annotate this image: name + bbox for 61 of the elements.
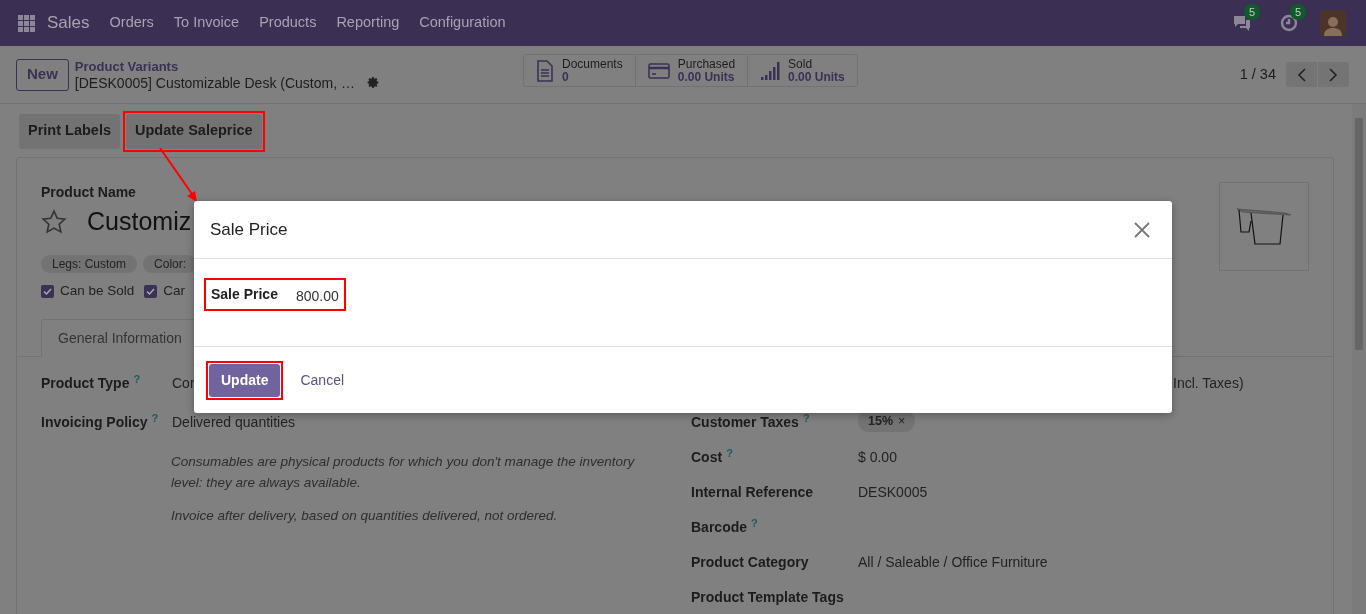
stat-button[interactable]: Purchased 0.00 Units — [634, 55, 748, 86]
field-value: All / Saleable / Office Furniture — [858, 553, 1048, 573]
field-value: Incl. Taxes) — [1173, 374, 1244, 394]
checkbox-label[interactable]: Can be Sold — [60, 281, 135, 302]
dialog-title: Sale Price — [210, 218, 288, 241]
checkbox[interactable] — [144, 284, 158, 298]
field-value: $ 0.00 — [858, 448, 897, 468]
help-note: Invoice after delivery, based on quantities delivered, not ordered. — [171, 507, 559, 526]
previous-button[interactable] — [1286, 62, 1317, 87]
field-label: Internal Reference — [691, 483, 815, 503]
breadcrumb-link[interactable]: Product Variants — [74, 58, 380, 75]
attribute-tag: Legs: Custom — [41, 255, 138, 273]
field-label: Product Template Tags — [691, 588, 845, 608]
checkbox[interactable] — [41, 284, 54, 298]
star-icon[interactable] — [41, 209, 67, 235]
menu-item[interactable]: Configuration — [409, 12, 516, 34]
action-button[interactable]: Update Saleprice — [126, 113, 262, 149]
record-title: [DESK0005] Customizable Desk (Custom, … — [74, 74, 355, 91]
stat-button[interactable]: Documents 0 — [524, 55, 635, 86]
product-name: Customiz — [87, 206, 192, 238]
user-avatar[interactable] — [1320, 10, 1346, 36]
chat-icon[interactable] — [1232, 14, 1252, 32]
sale-price-field[interactable]: 800.00 — [295, 282, 339, 307]
field-label: Cost $^{?}$ — [691, 447, 734, 468]
action-button[interactable]: Print Labels — [19, 113, 120, 149]
menu-item[interactable]: Products — [249, 12, 327, 34]
update-button[interactable]: Update — [209, 363, 281, 397]
scrollbar[interactable] — [1352, 104, 1366, 614]
field-label: Sale Price — [211, 285, 278, 304]
menu-item[interactable]: To Invoice — [163, 12, 250, 34]
stat-button[interactable]: Sold 0.00 Units — [747, 55, 857, 86]
field-label: Barcode $^{?}$ — [691, 517, 759, 538]
checkbox-label[interactable]: Car — [163, 281, 186, 302]
field-label: Product Category — [691, 553, 810, 573]
document-icon — [536, 59, 554, 82]
menu-item[interactable]: Reporting — [326, 12, 410, 34]
close-icon[interactable] — [1134, 221, 1150, 238]
bar-chart-icon — [760, 60, 781, 81]
notification-badge: 5 — [1244, 4, 1261, 20]
help-note: Consumables are physical products for which you don't manage the inventory level: they are always available. — [171, 453, 636, 493]
field-label: Customer Taxes $^{?}$ — [691, 412, 811, 433]
field-value: Cor — [172, 374, 195, 394]
new-button[interactable]: New — [16, 58, 69, 91]
remove-button[interactable]: × — [898, 411, 906, 431]
pager-counter: 1 / 34 — [1239, 64, 1276, 84]
field-label: Product Name — [41, 183, 137, 202]
app-grid-icon[interactable] — [18, 14, 35, 32]
chevron-left-icon — [1297, 67, 1306, 82]
field-value: DESK0005 — [858, 483, 928, 503]
gear-icon[interactable] — [366, 76, 380, 89]
clock-icon[interactable] — [1280, 14, 1298, 32]
next-button[interactable] — [1318, 62, 1349, 87]
field-label: Product Type $^{?}$ — [41, 373, 142, 394]
notification-badge: 5 — [1290, 4, 1307, 20]
cancel-button[interactable]: Cancel — [298, 363, 347, 397]
credit-card-icon — [647, 62, 670, 79]
field-value: Delivered quantities — [172, 413, 295, 433]
field-label: Invoicing Policy $^{?}$ — [41, 412, 160, 433]
chevron-right-icon — [1329, 67, 1338, 82]
menu-item[interactable]: Orders — [99, 12, 164, 34]
app-name[interactable]: Sales — [47, 10, 90, 36]
